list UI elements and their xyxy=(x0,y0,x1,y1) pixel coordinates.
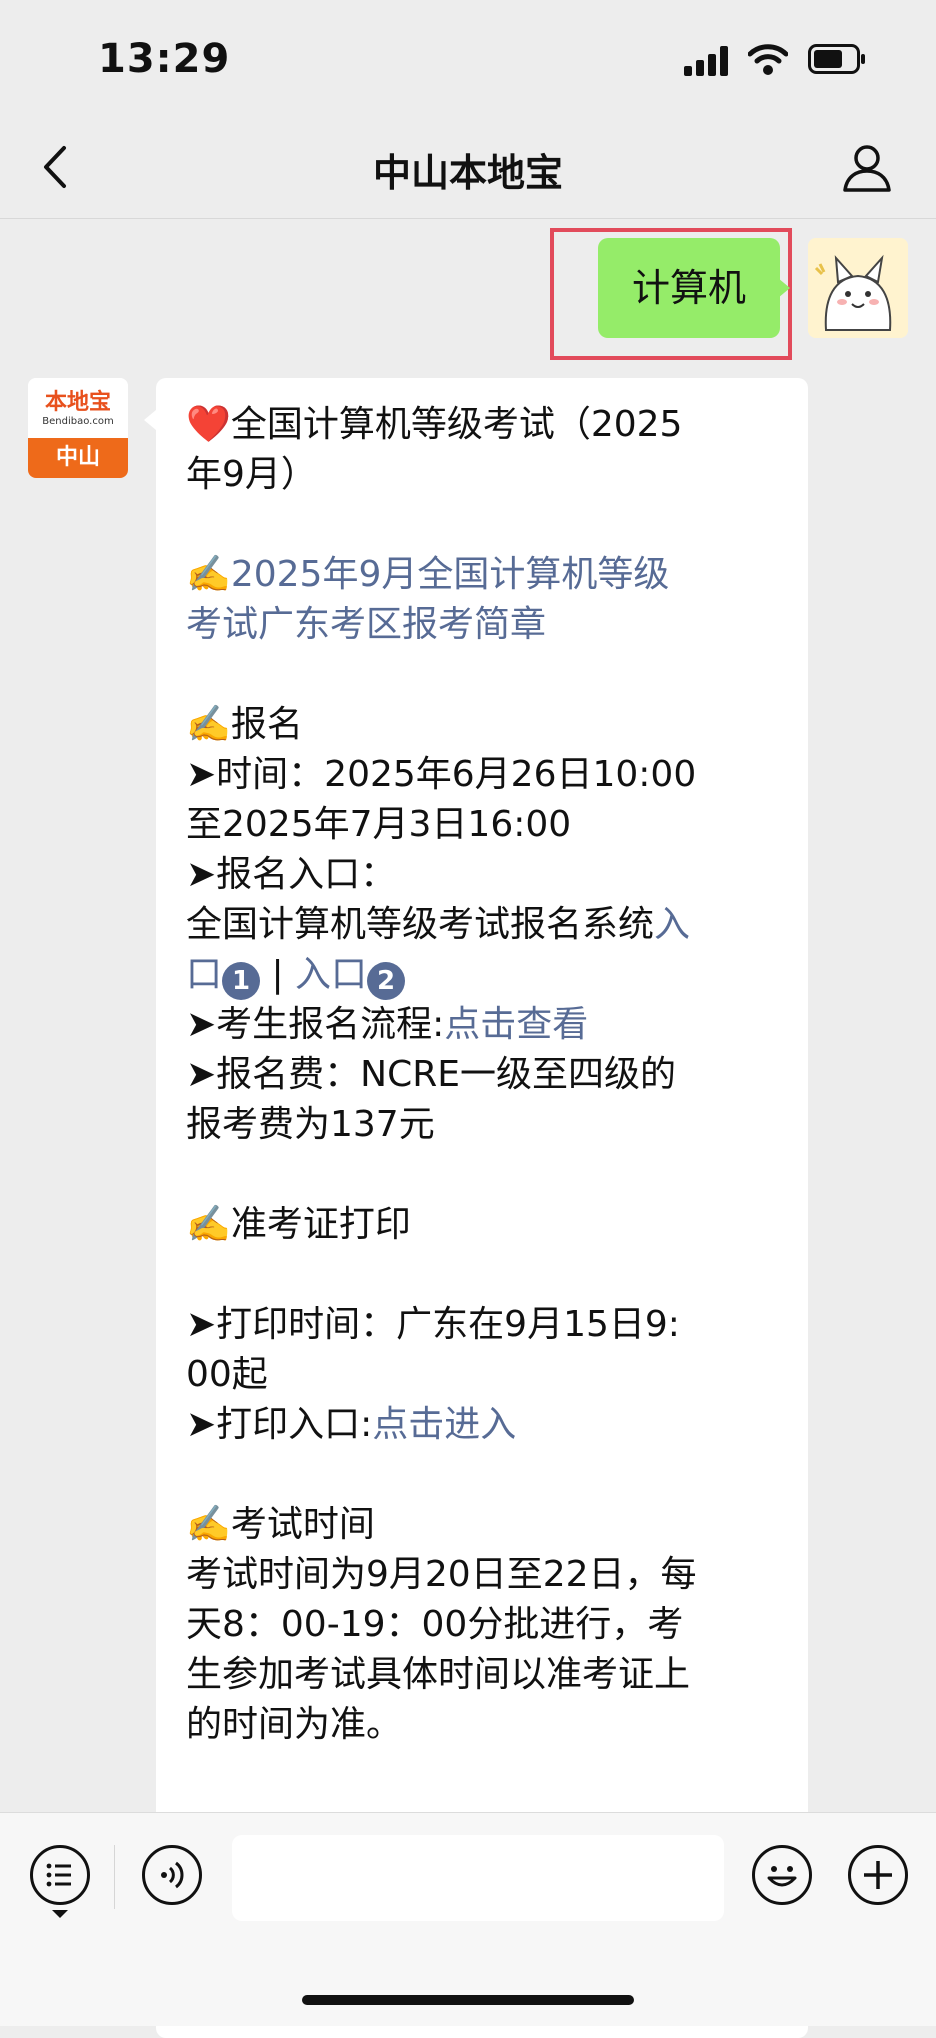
plus-icon[interactable] xyxy=(848,1845,908,1905)
section-exam-time: ✍️考试时间 xyxy=(186,1504,375,1545)
cat-illustration xyxy=(808,238,908,338)
entry-separator: | xyxy=(260,954,296,995)
entry-link-1-cont[interactable]: 口 xyxy=(186,954,222,995)
section-register: ✍️报名 xyxy=(186,704,303,745)
print-entry-line: ➤打印入口:点击进入 xyxy=(186,1400,786,1450)
logo-city: 中山 xyxy=(28,438,128,478)
voice-icon[interactable] xyxy=(142,1845,202,1905)
exam-time-3: 生参加考试具体时间以准考证上 xyxy=(186,1654,691,1695)
msg-heading-cont: 年9月） xyxy=(186,454,317,495)
status-bar: 13:29 xyxy=(0,0,936,120)
brochure-link[interactable]: ✍️2025年9月全国计算机等级 xyxy=(186,550,786,600)
register-time-cont: 至2025年7月3日16:00 xyxy=(186,804,572,845)
register-system-text: 全国计算机等级考试报名系统 xyxy=(186,904,655,945)
number-2-badge[interactable]: 2 xyxy=(367,962,406,1000)
section-admission: ✍️准考证打印 xyxy=(186,1204,411,1245)
process-label: ➤考生报名流程: xyxy=(186,1004,445,1045)
process-line: ➤考生报名流程:点击查看 xyxy=(186,1000,786,1050)
register-system-line: 全国计算机等级考试报名系统入 xyxy=(186,900,786,950)
print-entry-label: ➤打印入口: xyxy=(186,1404,373,1445)
exam-time-4: 的时间为准。 xyxy=(186,1704,403,1745)
entry-link-1[interactable]: 入 xyxy=(654,904,690,945)
entry-links-line: 口1 | 入口 2 xyxy=(186,950,786,1000)
status-time: 13:29 xyxy=(98,36,231,82)
sent-message-bubble[interactable]: 计算机 xyxy=(598,238,780,338)
exam-time-1: 考试时间为9月20日至22日，每 xyxy=(186,1554,697,1595)
signal-icon xyxy=(684,46,730,76)
view-process-link[interactable]: 点击查看 xyxy=(444,1004,588,1045)
message-content: ❤️全国计算机等级考试（2025 年9月） ✍️2025年9月全国计算机等级 考… xyxy=(186,400,786,1750)
number-1-badge[interactable]: 1 xyxy=(222,962,261,1000)
user-avatar[interactable] xyxy=(808,238,908,338)
home-indicator[interactable] xyxy=(302,1995,634,2005)
menu-caret-icon xyxy=(52,1910,68,1918)
logo-top: 本地宝 Bendibao.com xyxy=(28,378,128,438)
chat-title: 中山本地宝 xyxy=(372,151,563,195)
message-input[interactable] xyxy=(232,1835,724,1921)
exam-time-2: 天8：00-19：00分批进行，考 xyxy=(186,1604,684,1645)
fee-line-cont: 报考费为137元 xyxy=(186,1104,435,1145)
list-icon[interactable] xyxy=(30,1845,90,1905)
sent-bubble-tail xyxy=(778,278,790,298)
entry-link-2[interactable]: 入口 xyxy=(295,954,367,995)
person-icon[interactable] xyxy=(840,140,894,194)
print-entry-link[interactable]: 点击进入 xyxy=(372,1404,516,1445)
logo-text: 本地宝 xyxy=(44,390,111,415)
input-toolbar xyxy=(0,1812,936,2026)
msg-heading: ❤️全国计算机等级考试（2025 xyxy=(186,404,683,445)
print-time-cont: 00起 xyxy=(186,1354,268,1395)
wifi-icon xyxy=(748,44,788,75)
received-bubble-tail xyxy=(144,410,156,430)
fee-line: ➤报名费：NCRE一级至四级的 xyxy=(186,1054,676,1095)
register-entry-label: ➤报名入口： xyxy=(186,854,397,895)
emoji-icon[interactable] xyxy=(752,1845,812,1905)
nav-bar: 中山本地宝 xyxy=(0,120,936,219)
toolbar-divider xyxy=(114,1845,115,1909)
brochure-link-cont[interactable]: 考试广东考区报考简章 xyxy=(186,600,786,650)
logo-domain: Bendibao.com xyxy=(42,416,114,427)
battery-icon xyxy=(808,44,865,74)
register-time: ➤时间：2025年6月26日10:00 xyxy=(186,754,697,795)
print-time: ➤打印时间：广东在9月15日9: xyxy=(186,1304,680,1345)
bendibao-avatar[interactable]: 本地宝 Bendibao.com 中山 xyxy=(28,378,128,478)
